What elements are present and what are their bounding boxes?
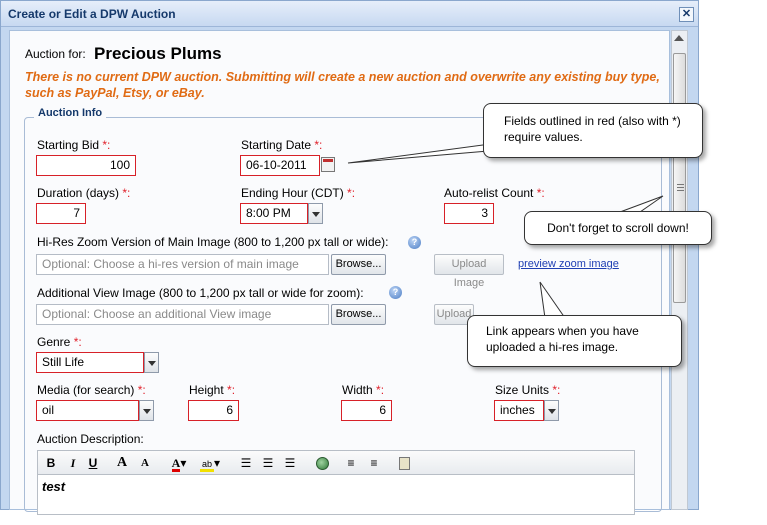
scroll-callout: Don't forget to scroll down! — [524, 211, 712, 245]
required-fields-callout: Fields outlined in red (also with *) req… — [483, 103, 703, 158]
link-callout: Link appears when you have uploaded a hi… — [467, 315, 682, 367]
callout-pointers — [347, 139, 664, 319]
